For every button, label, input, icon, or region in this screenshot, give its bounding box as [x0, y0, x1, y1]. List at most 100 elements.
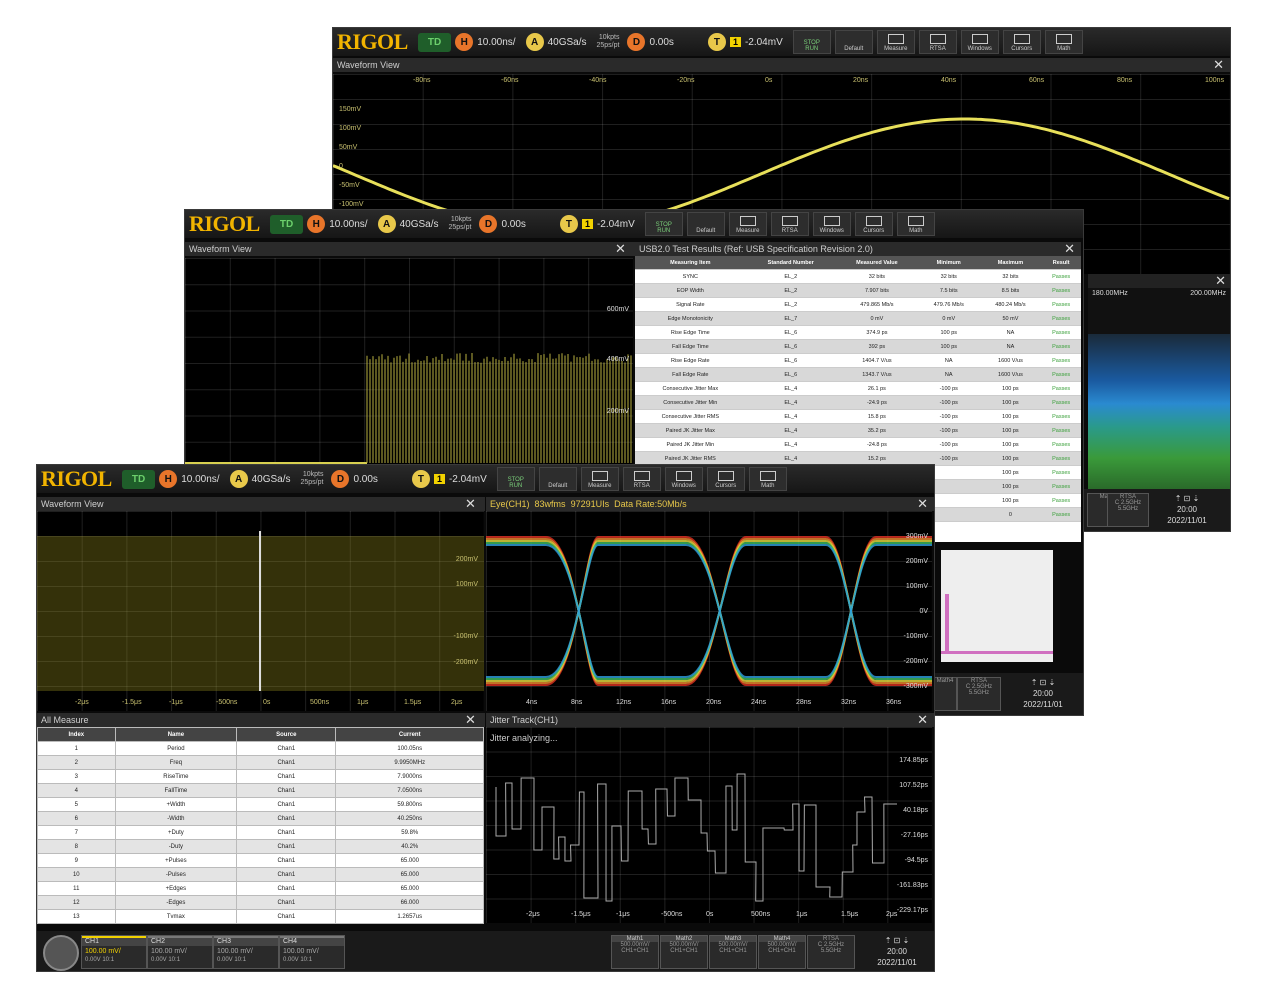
channel-box-ch3[interactable]: CH3 100.00 mV/0.00V 10:1	[213, 935, 279, 969]
acquire-icon[interactable]: A	[230, 470, 248, 488]
stop-run-button[interactable]: STOP RUN	[497, 467, 535, 491]
channel-scale: 100.00 mV/	[148, 946, 212, 957]
time-tick: 80ns	[1117, 77, 1132, 84]
horizontal-icon[interactable]: H	[159, 470, 177, 488]
sample-rate[interactable]: 40GSa/s	[400, 219, 439, 230]
math4-box[interactable]: Math4	[933, 677, 957, 711]
channel-box-ch2[interactable]: CH2 100.00 mV/0.00V 10:1	[147, 935, 213, 969]
timebase-value[interactable]: 10.00ns/	[477, 37, 515, 48]
default-button[interactable]: Default	[539, 467, 577, 491]
measure-cell: 7.9000ns	[336, 770, 484, 784]
measure-icon	[888, 34, 904, 44]
trigger-level[interactable]: -2.04mV	[449, 474, 487, 485]
memory-depth: 10kpts 25ps/pt	[449, 216, 472, 232]
timebase-value[interactable]: 10.00ns/	[181, 474, 219, 485]
channel-name: CH1	[82, 936, 146, 946]
usb-cell: Passes	[1041, 494, 1081, 508]
math-button[interactable]: Math	[897, 212, 935, 236]
close-icon[interactable]: ✕	[917, 712, 928, 728]
usb-header: Result	[1041, 256, 1081, 270]
usb-cell: 479.865 Mb/s	[836, 298, 918, 312]
close-icon[interactable]: ✕	[615, 241, 626, 257]
channel-box-ch4[interactable]: CH4 100.00 mV/0.00V 10:1	[279, 935, 345, 969]
rtsa-button[interactable]: RTSA	[771, 212, 809, 236]
trigger-icon[interactable]: T	[708, 33, 726, 51]
jitter-trace	[486, 727, 932, 923]
usb-cell: 15.8 ps	[836, 410, 918, 424]
middle-waveform-grid: 600mV 400mV 200mV	[185, 258, 633, 468]
channel-name: CH2	[148, 936, 212, 946]
measure-row: 11 +Edges Chan1 65.000	[38, 882, 484, 896]
rtsa-icon	[782, 216, 798, 226]
usb-header: Measured Value	[836, 256, 918, 270]
close-icon[interactable]: ✕	[917, 496, 928, 512]
time-tick: 1μs	[357, 699, 368, 706]
time-tick: -500ns	[216, 699, 237, 706]
delay-value[interactable]: 0.00s	[353, 474, 377, 485]
usb-row: EOP Width EL_2 7.907 bits 7.5 bits 8.5 bits P…	[635, 284, 1081, 298]
math-button[interactable]: Math	[749, 467, 787, 491]
delay-icon[interactable]: D	[627, 33, 645, 51]
trigger-icon[interactable]: T	[560, 215, 578, 233]
cursors-button[interactable]: Cursors	[855, 212, 893, 236]
delay-icon[interactable]: D	[479, 215, 497, 233]
windows-button[interactable]: Windows	[665, 467, 703, 491]
usb-cell: -100 ps	[918, 382, 980, 396]
timebase-value[interactable]: 10.00ns/	[329, 219, 367, 230]
sample-rate[interactable]: 40GSa/s	[252, 474, 291, 485]
measure-button[interactable]: Measure	[729, 212, 767, 236]
close-icon[interactable]: ✕	[465, 496, 476, 512]
close-icon[interactable]: ✕	[1213, 57, 1224, 73]
rtsa-button[interactable]: RTSA	[919, 30, 957, 54]
usb-row: Fall Edge Rate EL_6 1343.7 V/us NA 1600 V/us…	[635, 368, 1081, 382]
mode-badge[interactable]: TD	[122, 470, 155, 489]
rtsa-box[interactable]: RTSA C 2.5GHz 5.5GHz	[1107, 493, 1149, 527]
close-icon[interactable]: ✕	[1064, 241, 1075, 257]
horizontal-icon[interactable]: H	[307, 215, 325, 233]
acquire-icon[interactable]: A	[526, 33, 544, 51]
sample-rate[interactable]: 40GSa/s	[548, 37, 587, 48]
close-icon[interactable]: ✕	[465, 712, 476, 728]
delay-value[interactable]: 0.00s	[649, 37, 673, 48]
time-tick: 0s	[765, 77, 772, 84]
usb-row: SYNC EL_2 32 bits 32 bits 32 bits Passes	[635, 270, 1081, 284]
cursors-button[interactable]: Cursors	[1003, 30, 1041, 54]
channel-box-ch1[interactable]: CH1 100.00 mV/0.00V 10:1	[81, 935, 147, 969]
volt-tick: 600mV	[607, 306, 629, 313]
horizontal-icon[interactable]: H	[455, 33, 473, 51]
cursors-button[interactable]: Cursors	[707, 467, 745, 491]
default-button[interactable]: Default	[687, 212, 725, 236]
math-box-3[interactable]: Math3 500.00mV/CH1+CH1	[709, 935, 757, 969]
measure-button[interactable]: Measure	[877, 30, 915, 54]
math-box-2[interactable]: Math2 500.00mV/CH1+CH1	[660, 935, 708, 969]
mode-badge[interactable]: TD	[270, 215, 303, 234]
acquire-icon[interactable]: A	[378, 215, 396, 233]
rtsa-box[interactable]: RTSA C 2.5GHz 5.5GHz	[957, 677, 1001, 711]
volt-tick: -50mV	[339, 182, 360, 189]
default-button[interactable]: Default	[835, 30, 873, 54]
eye-diagram-grid: 300mV 200mV 100mV 0V -100mV -200mV -300mV 4ns 8…	[486, 511, 932, 711]
measure-cell: 13	[38, 910, 116, 924]
delay-icon[interactable]: D	[331, 470, 349, 488]
trigger-icon[interactable]: T	[412, 470, 430, 488]
math-button[interactable]: Math	[1045, 30, 1083, 54]
rtsa-button[interactable]: RTSA	[623, 467, 661, 491]
stop-run-button[interactable]: STOP RUN	[645, 212, 683, 236]
trigger-level[interactable]: -2.04mV	[745, 37, 783, 48]
math-box-1[interactable]: Math1 500.00mV/CH1+CH1	[611, 935, 659, 969]
measure-button[interactable]: Measure	[581, 467, 619, 491]
math-box-4[interactable]: Math4 500.00mV/CH1+CH1	[758, 935, 806, 969]
time-tick: -1μs	[169, 699, 183, 706]
stop-run-button[interactable]: STOP RUN	[793, 30, 831, 54]
rtsa-box[interactable]: RTSA C 2.5GHz 5.5GHz	[807, 935, 855, 969]
trigger-level[interactable]: -2.04mV	[597, 219, 635, 230]
rigol-logo: RIGOL	[189, 211, 260, 237]
measure-cell: Chan1	[237, 798, 336, 812]
delay-value[interactable]: 0.00s	[501, 219, 525, 230]
windows-button[interactable]: Windows	[961, 30, 999, 54]
close-icon[interactable]: ✕	[1215, 273, 1226, 289]
windows-button[interactable]: Windows	[813, 212, 851, 236]
mode-badge[interactable]: TD	[418, 33, 451, 52]
home-icon[interactable]	[43, 935, 79, 971]
usb-row: Fall Edge Time EL_6 392 ps 100 ps NA Passes	[635, 340, 1081, 354]
